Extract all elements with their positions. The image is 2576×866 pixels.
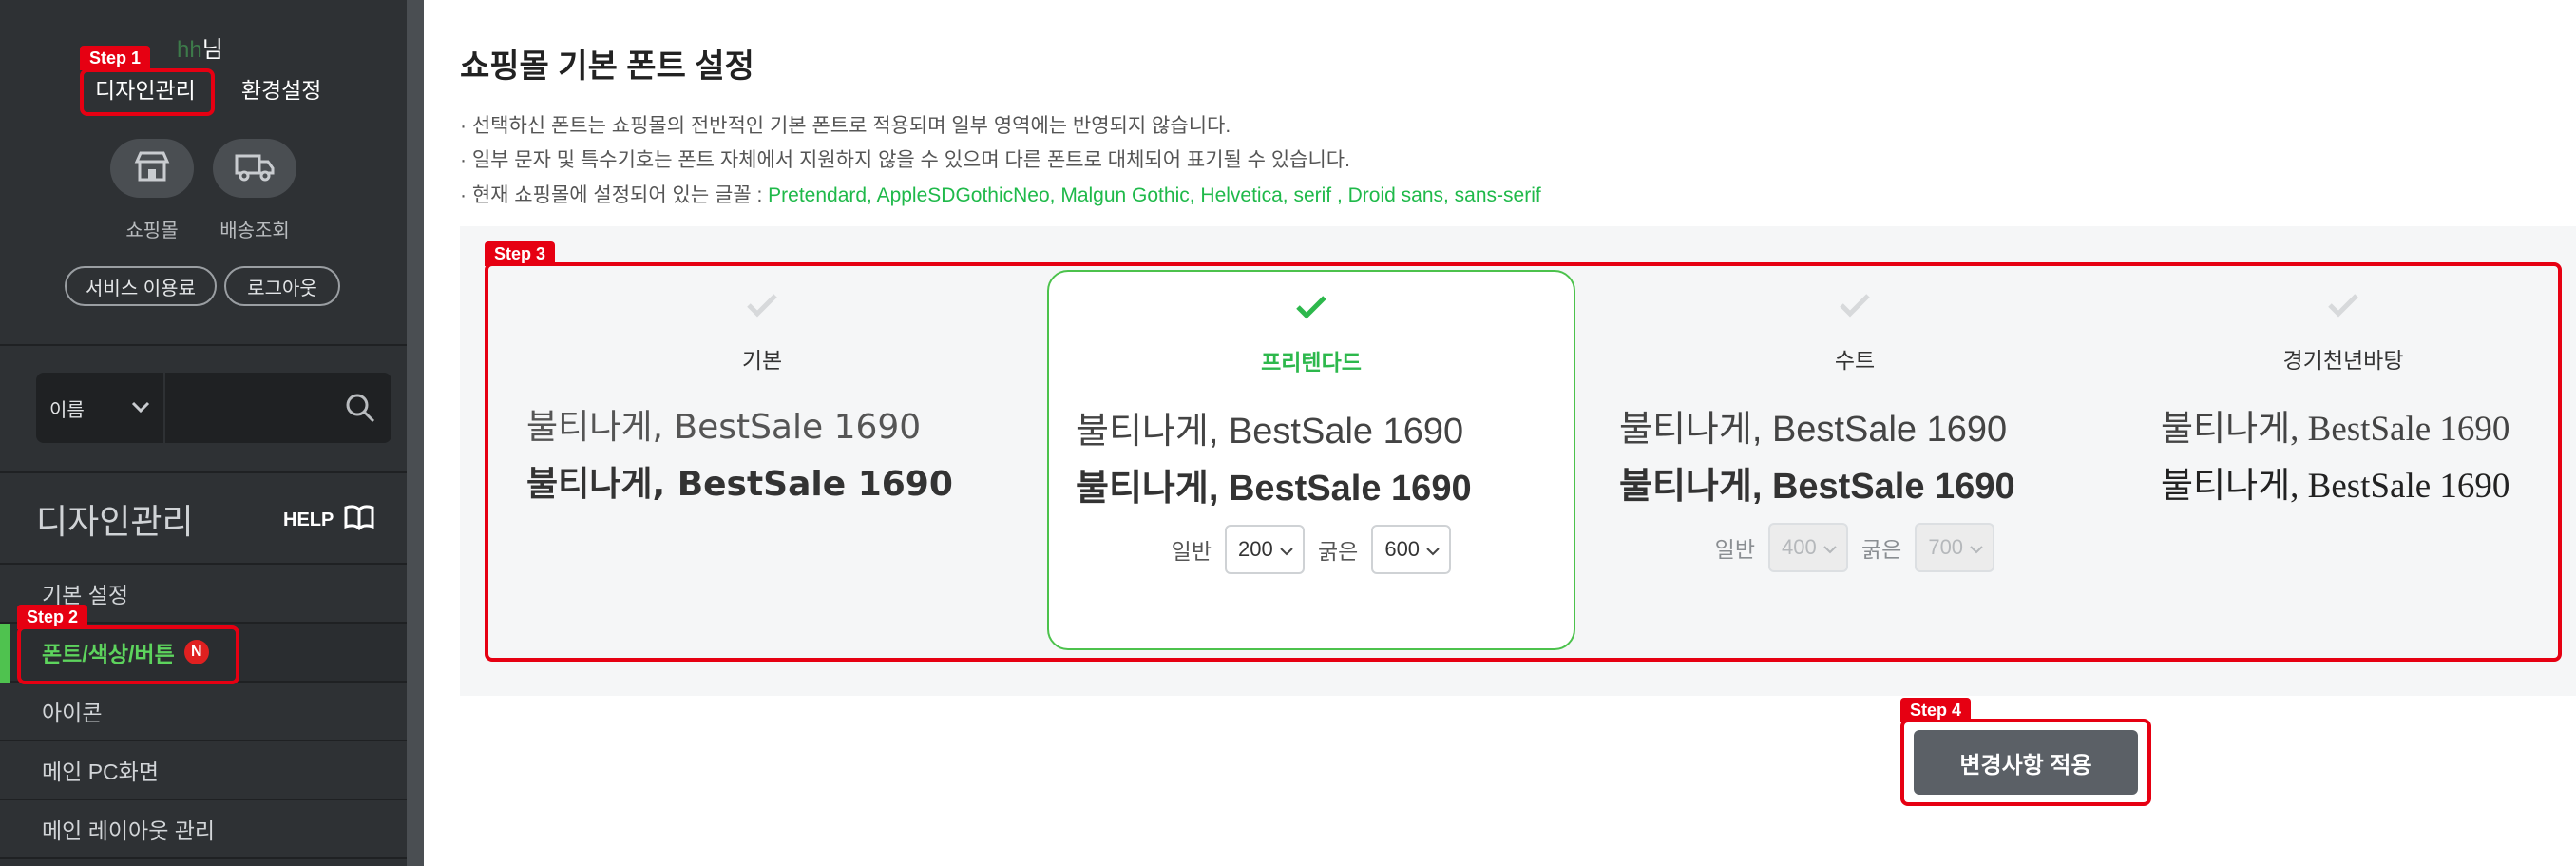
menu-item-main-pc[interactable]: 메인 PC화면 [0,741,407,800]
page-title: 쇼핑몰 기본 폰트 설정 [460,48,754,85]
help-button[interactable]: HELP [283,504,375,536]
sidebar-scrollbar[interactable] [407,0,424,866]
step-3-tag: Step 3 [485,241,556,266]
menu-item-main-layout[interactable]: 메인 레이아웃 관리 [0,800,407,859]
search-icon[interactable] [344,392,376,429]
search-box: 이름 [36,373,391,443]
step-4-highlight [1900,719,2151,806]
step-4-tag: Step 4 [1900,698,1972,722]
service-fee-button[interactable]: 서비스 이용료 [65,266,217,306]
step-2-highlight [17,625,239,684]
chevron-down-icon [131,397,150,419]
delivery-tracking-label: 배송조회 [219,221,290,241]
step-1-tag: Step 1 [80,46,151,70]
note-3: · 현재 쇼핑몰에 설정되어 있는 글꼴 : Pretendard, Apple… [460,180,1541,208]
step-2-tag: Step 2 [17,605,88,629]
store-label: 쇼핑몰 [125,221,179,241]
active-indicator [0,624,10,683]
menu-item-icons[interactable]: 아이콘 [0,683,407,741]
help-label: HELP [283,509,334,530]
user-suffix: 님 [201,37,223,63]
user-name: hh [177,37,202,63]
step-3-highlight [485,262,2562,662]
tab-settings[interactable]: 환경설정 [241,72,322,105]
current-fonts: Pretendard, AppleSDGothicNeo, Malgun Got… [768,184,1541,206]
section-title: 디자인관리 [36,502,194,541]
logout-button[interactable]: 로그아웃 [224,266,340,306]
user-greeting: hh님 [177,30,223,64]
menu-item-label: 메인 PC화면 [42,760,159,784]
truck-icon [234,150,276,187]
delivery-tracking-button[interactable] [213,139,296,198]
search-type-value: 이름 [49,399,85,421]
store-icon [133,150,171,187]
step-1-highlight [80,68,215,116]
note-2: · 일부 문자 및 특수기호는 폰트 자체에서 지원하지 않을 수 있으며 다른… [460,149,1350,171]
sidebar: hh님 디자인관리 환경설정 쇼핑몰 배송조회 서비스 이용료 로그아웃 이름 … [0,0,407,866]
divider [0,471,407,473]
note-1: · 선택하신 폰트는 쇼핑몰의 전반적인 기본 폰트로 적용되며 일부 영역에는… [460,115,1231,137]
note-3-label: · 현재 쇼핑몰에 설정되어 있는 글꼴 : [460,184,769,206]
search-type-select[interactable]: 이름 [36,373,165,443]
menu-item-label: 메인 레이아웃 관리 [42,818,216,843]
divider [0,344,407,346]
menu-item-label: 아이콘 [42,701,103,725]
store-button[interactable] [110,139,194,198]
book-icon [343,504,375,536]
